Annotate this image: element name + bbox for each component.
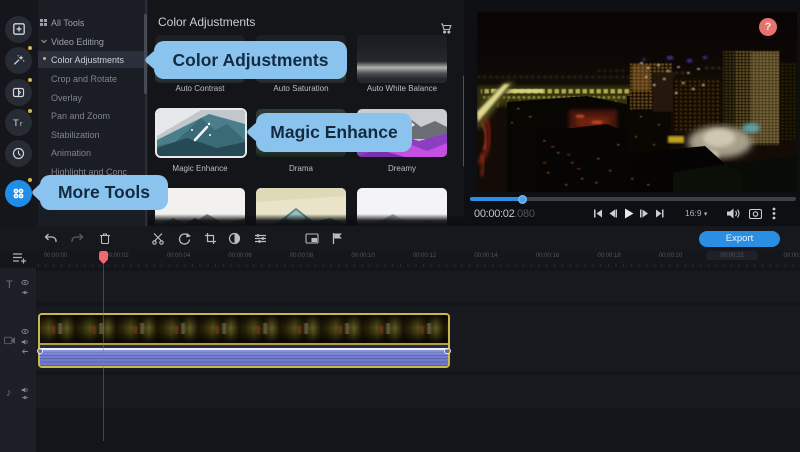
svg-text:T: T [13,118,19,129]
svg-text:r: r [20,121,23,128]
